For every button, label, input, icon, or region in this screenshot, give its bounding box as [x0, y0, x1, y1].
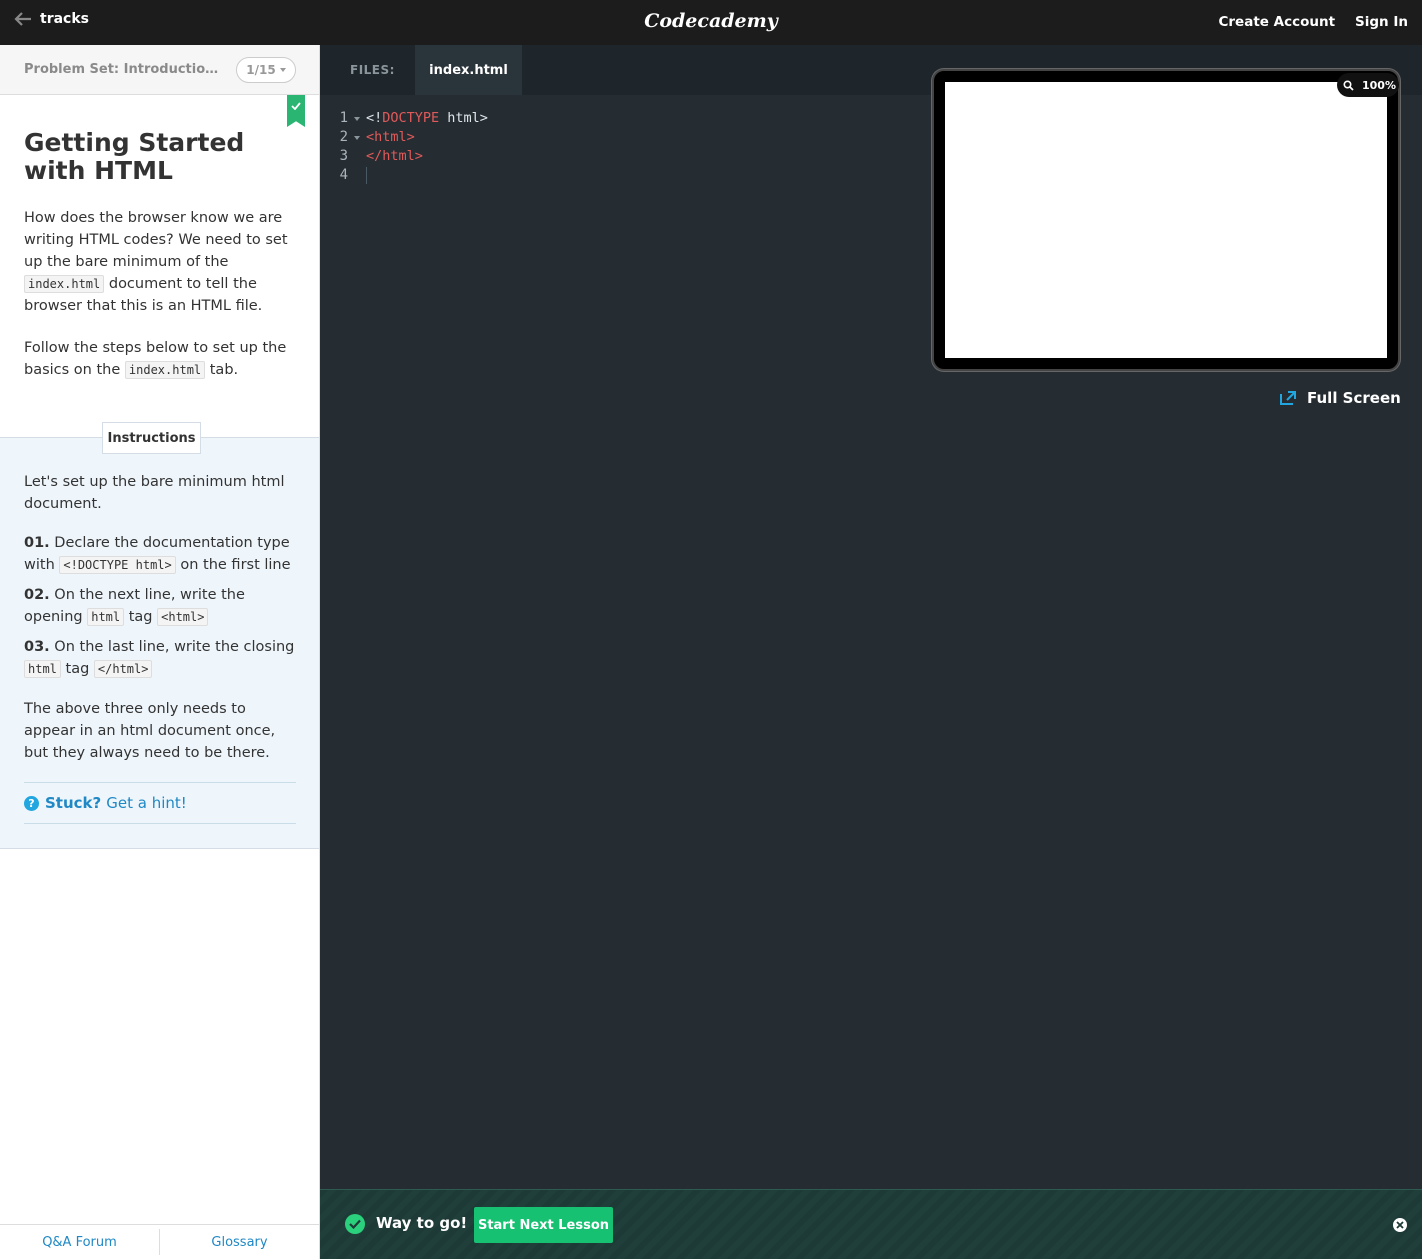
inline-code: html [87, 608, 125, 626]
success-check-icon [345, 1214, 365, 1234]
line-gutter: 1 2 3 4 [320, 109, 360, 185]
step-1: 01. Declare the documentation type with … [24, 535, 291, 574]
external-link-icon [1280, 391, 1296, 405]
magnifier-icon [1343, 79, 1354, 91]
preview-screen [945, 82, 1387, 358]
code-line [366, 166, 488, 185]
full-screen-button[interactable]: Full Screen [1279, 389, 1401, 407]
instructions-panel: Instructions Let's set up the bare minim… [0, 422, 319, 849]
zoom-level: 100% [1362, 78, 1396, 92]
lesson-description-2: Follow the steps below to set up the bas… [24, 340, 287, 379]
qa-forum-link[interactable]: Q&A Forum [0, 1229, 160, 1255]
line-number: 2 [320, 128, 360, 147]
inline-code: <!DOCTYPE html> [59, 556, 176, 574]
exercise-pager-dropdown[interactable]: 1/15 [236, 57, 296, 83]
problem-set-title[interactable]: Problem Set: Introduction to... [24, 62, 224, 77]
glossary-link[interactable]: Glossary [160, 1225, 319, 1259]
hint-get-label: Get a hint! [106, 794, 187, 812]
caret-down-icon [279, 68, 286, 72]
full-screen-label: Full Screen [1307, 389, 1401, 407]
instructions-tab: Instructions [102, 422, 201, 454]
code-line: <html> [366, 129, 415, 145]
hint-stuck-label: Stuck? [45, 794, 102, 812]
instructions-outro: The above three only needs to appear in … [24, 701, 276, 761]
create-account-link[interactable]: Create Account [1218, 14, 1335, 30]
code-line: </html> [366, 148, 423, 164]
inline-code: html [24, 660, 61, 678]
file-tab-index-html[interactable]: index.html [415, 45, 522, 95]
line-number: 4 [339, 167, 348, 183]
top-bar: tracks Codecademy Create Account Sign In [0, 0, 1422, 45]
question-icon: ? [24, 795, 39, 811]
arrow-left-icon [14, 12, 31, 26]
inline-code: index.html [24, 275, 105, 293]
inline-code: </html> [93, 660, 153, 678]
completed-bookmark-icon [287, 95, 305, 127]
inline-code: index.html [124, 361, 206, 379]
lesson-panel: Problem Set: Introduction to... 1/15 Get… [0, 45, 320, 1259]
get-hint-link[interactable]: ? Stuck? Get a hint! [24, 782, 296, 824]
code-lines[interactable]: <!DOCTYPE html> <html> </html> [366, 109, 488, 185]
success-message: Way to go! [376, 1214, 468, 1232]
line-number: 1 [320, 109, 360, 128]
codecademy-logo: Codecademy [644, 10, 778, 32]
browser-preview [932, 69, 1400, 371]
lesson-title: Getting Started with HTML [24, 128, 245, 185]
check-icon [291, 102, 301, 110]
text-cursor [366, 166, 367, 184]
lesson-footer: Q&A Forum Glossary [0, 1224, 319, 1259]
fold-icon[interactable] [354, 117, 360, 121]
sign-in-link[interactable]: Sign In [1355, 14, 1408, 30]
back-label: tracks [40, 11, 89, 27]
close-icon[interactable] [1393, 1218, 1407, 1232]
code-line: <!DOCTYPE html> [366, 110, 488, 126]
inline-code: <html> [157, 608, 209, 626]
instructions-intro: Let's set up the bare minimum html docum… [24, 474, 285, 512]
start-next-lesson-button[interactable]: Start Next Lesson [474, 1207, 613, 1243]
step-3: 03. On the last line, write the closing … [24, 639, 295, 678]
line-number: 3 [339, 148, 348, 164]
lesson-description: How does the browser know we are writing… [24, 210, 288, 314]
pager-label: 1/15 [246, 63, 276, 77]
step-2: 02. On the next line, write the opening … [24, 587, 245, 626]
zoom-control[interactable]: 100% [1337, 73, 1399, 97]
fold-icon[interactable] [354, 136, 360, 140]
files-label: FILES: [350, 63, 395, 77]
back-to-tracks-link[interactable]: tracks [14, 11, 89, 27]
success-banner: Way to go! Start Next Lesson [320, 1189, 1422, 1259]
lesson-header: Problem Set: Introduction to... 1/15 [0, 45, 319, 95]
